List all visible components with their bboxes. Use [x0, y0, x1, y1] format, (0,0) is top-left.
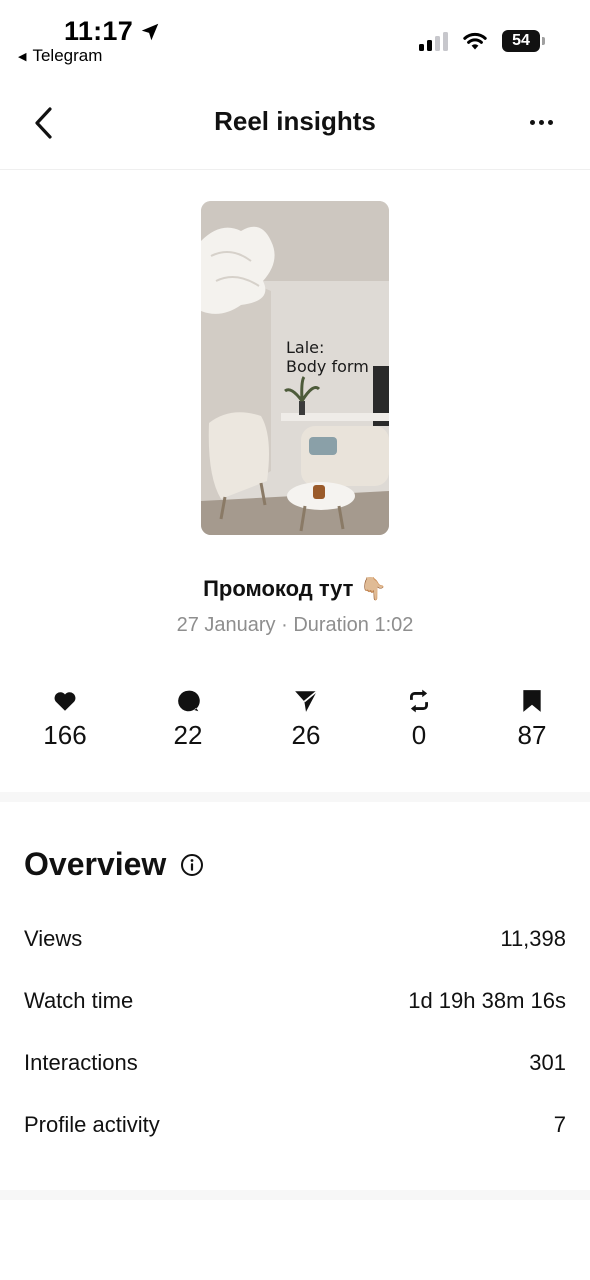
back-to-telegram[interactable]: ◀ Telegram: [18, 46, 102, 66]
reel-thumbnail[interactable]: Lale: Body form: [201, 201, 389, 535]
comments-count: 22: [173, 720, 203, 750]
status-indicators: 54: [419, 30, 545, 52]
metric-value: 301: [529, 1050, 566, 1075]
metric-label: Profile activity: [24, 1112, 160, 1137]
section-divider: [0, 1190, 590, 1200]
clock-label: 11:17: [64, 16, 134, 46]
status-time: 11:17: [64, 16, 161, 47]
battery-icon: 54: [502, 30, 545, 52]
bookmark-icon: [523, 690, 541, 712]
engagement-stats: 166 22 26 0 87: [0, 688, 590, 758]
location-arrow-icon: [141, 23, 159, 40]
stat-comments: 22: [143, 688, 233, 751]
metric-label: Watch time: [24, 988, 134, 1013]
reel-insights-screen: 11:17 ◀ Telegram 54 Reel insights Lale: …: [0, 0, 590, 1280]
saves-count: 87: [517, 720, 547, 750]
wifi-icon: [463, 32, 487, 50]
info-icon[interactable]: [180, 853, 204, 877]
share-icon: [295, 690, 318, 712]
reposts-count: 0: [411, 720, 427, 750]
thumbnail-overlay-text: Lale: Body form: [286, 338, 369, 376]
metric-label: Views: [24, 926, 83, 951]
battery-level: 54: [512, 32, 530, 49]
back-app-label: Telegram: [32, 46, 103, 65]
status-bar: 11:17 ◀ Telegram 54: [0, 0, 590, 80]
metric-value: 11,398: [500, 926, 566, 951]
stat-shares: 26: [261, 688, 351, 751]
repost-icon: [410, 689, 428, 713]
thumbnail-text-line1: Lale:: [286, 338, 325, 357]
cellular-signal-icon: [419, 31, 448, 51]
stat-saves: 87: [487, 688, 577, 751]
comment-icon: [178, 690, 200, 712]
page-title: Reel insights: [214, 106, 376, 136]
metric-value: 1d 19h 38m 16s: [408, 988, 566, 1013]
metric-row-interactions[interactable]: Interactions 301: [24, 1042, 566, 1082]
metric-row-views[interactable]: Views 11,398: [24, 918, 566, 958]
metric-label: Interactions: [24, 1050, 138, 1075]
metric-row-profile-activity[interactable]: Profile activity 7: [24, 1104, 566, 1144]
more-options-icon[interactable]: [530, 110, 560, 134]
nav-bar: Reel insights: [0, 80, 590, 170]
metric-row-watch-time[interactable]: Watch time 1d 19h 38m 16s: [24, 980, 566, 1020]
overview-title: Overview: [24, 846, 167, 882]
likes-count: 166: [43, 720, 87, 750]
back-triangle-icon: ◀: [18, 50, 27, 63]
stat-likes: 166: [20, 688, 110, 751]
metric-value: 7: [553, 1112, 566, 1137]
overview-header: Overview: [24, 846, 204, 883]
stat-reposts: 0: [374, 688, 464, 751]
thumbnail-text-line2: Body form: [286, 357, 369, 376]
shares-count: 26: [291, 720, 321, 750]
heart-icon: [54, 692, 76, 711]
reel-caption: Промокод тут 👇🏼: [203, 576, 387, 601]
section-divider: [0, 792, 590, 802]
reel-meta: 27 January · Duration 1:02: [176, 614, 414, 636]
